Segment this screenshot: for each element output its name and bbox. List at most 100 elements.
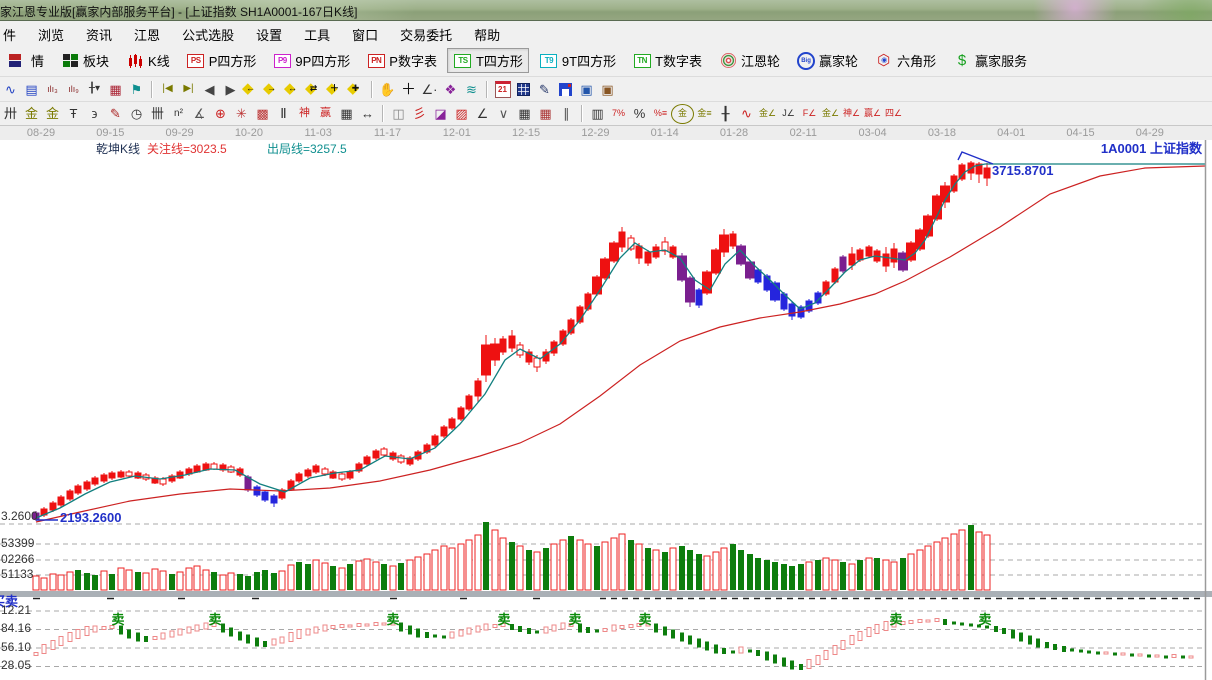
title-bar[interactable]: 家江恩专业版[赢家内部服务平台] - [上证指数 SH1A0001-167日K线…: [0, 0, 1212, 21]
window-frame-icon[interactable]: ◫: [388, 105, 409, 123]
span-arrows-icon[interactable]: ↔: [357, 105, 378, 123]
grid-black-icon[interactable]: ▦: [514, 105, 535, 123]
zoom-out-icon[interactable]: ＋: [325, 80, 346, 98]
spiral-icon[interactable]: ϶: [84, 105, 105, 123]
win-angle-icon[interactable]: 赢∠: [862, 105, 883, 123]
chart-area[interactable]: 卖 卖 卖 卖 卖 卖 卖 卖 乾坤K线 关注线=3023.5 出局线=3257.5 1A00…: [0, 140, 1212, 680]
grid-ruler-icon[interactable]: 卌: [147, 105, 168, 123]
zigzag-icon[interactable]: ∨: [493, 105, 514, 123]
exit-line-label: 出局线=3257.5: [267, 142, 347, 156]
hexagon-button[interactable]: 六角形: [868, 48, 942, 73]
draw-icon[interactable]: ∿: [0, 80, 21, 98]
gold-angle-icon[interactable]: 金∠: [820, 105, 841, 123]
calculator-icon[interactable]: [513, 80, 534, 98]
trend-pen-icon[interactable]: ∠: [472, 105, 493, 123]
9t-square-button[interactable]: T9 9T四方形: [533, 48, 622, 73]
menu-item-浏览[interactable]: 浏览: [27, 21, 75, 44]
menu-item-资讯[interactable]: 资讯: [75, 21, 123, 44]
gold-section-icon[interactable]: 金: [21, 105, 42, 123]
menu-item-工具[interactable]: 工具: [293, 21, 341, 44]
shaded-box-icon[interactable]: ▨: [451, 105, 472, 123]
sector-button[interactable]: 板块: [54, 48, 115, 73]
last-page-icon[interactable]: ▶|: [178, 80, 199, 98]
n-square-icon[interactable]: n²: [168, 105, 189, 123]
calendar-icon[interactable]: 21: [492, 80, 513, 98]
bars-9-icon[interactable]: ılı₉: [63, 80, 84, 98]
gann-wheel-button[interactable]: 江恩轮: [712, 48, 786, 73]
flag-histogram-icon[interactable]: ⚑: [126, 80, 147, 98]
gold-level-icon[interactable]: 金≡: [694, 105, 715, 123]
menu-item-帮助[interactable]: 帮助: [463, 21, 511, 44]
t-table-button[interactable]: TN T数字表: [626, 48, 708, 73]
info-list-icon[interactable]: ▤: [21, 80, 42, 98]
winner-service-button-label: 赢家服务: [975, 54, 1028, 69]
candle-style-icon[interactable]: ╂▾: [84, 80, 105, 98]
compress-h-icon[interactable]: ⇄: [304, 80, 325, 98]
pattern-icon[interactable]: ▦: [105, 80, 126, 98]
win-tool-icon[interactable]: 赢: [315, 105, 336, 123]
kline-button-icon: [125, 52, 145, 70]
menu-item-件[interactable]: 件: [0, 21, 27, 44]
bar-stats-icon[interactable]: ▥: [587, 105, 608, 123]
p-square-button[interactable]: PS P四方形: [180, 48, 263, 73]
angle-tool-icon[interactable]: ∠·: [419, 80, 440, 98]
gold-band-icon[interactable]: 金: [42, 105, 63, 123]
9p-square-button[interactable]: P9 9P四方形: [266, 48, 356, 73]
fibonacci-icon[interactable]: Ŧ: [63, 105, 84, 123]
menu-item-公式选股[interactable]: 公式选股: [171, 21, 245, 44]
sell-signal-marker: 卖: [497, 612, 510, 627]
shift-left-icon[interactable]: ←: [241, 80, 262, 98]
wave-count-icon[interactable]: Ⅱ: [273, 105, 294, 123]
first-page-icon[interactable]: |◀: [157, 80, 178, 98]
crosshair-tool-icon[interactable]: ＋: [398, 80, 419, 98]
price-pen-icon[interactable]: ╂: [715, 105, 736, 123]
t-square-button[interactable]: TS T四方形: [446, 48, 529, 73]
angle-measure-icon[interactable]: ∡: [189, 105, 210, 123]
parallel-lines-icon[interactable]: ∥: [556, 105, 577, 123]
shen-angle-icon[interactable]: 神∠: [841, 105, 862, 123]
shen-tool-icon[interactable]: 神: [294, 105, 315, 123]
cycle-clock-icon[interactable]: ◷: [126, 105, 147, 123]
dense-grid-icon[interactable]: ▦: [336, 105, 357, 123]
expand-h-icon[interactable]: ↔: [283, 80, 304, 98]
next-icon[interactable]: ▶: [220, 80, 241, 98]
kline-chart[interactable]: 卖卖卖卖卖卖卖卖: [0, 140, 1212, 680]
zoom-in-icon[interactable]: ✚: [346, 80, 367, 98]
winner-wheel-button[interactable]: Big 赢家轮: [790, 48, 864, 73]
j-angle-icon[interactable]: J∠: [778, 105, 799, 123]
winner-service-button[interactable]: $ 赢家服务: [946, 48, 1033, 73]
bars-3-icon[interactable]: ılı₃: [42, 80, 63, 98]
kline-button[interactable]: K线: [119, 48, 176, 73]
spider-web-icon[interactable]: ✳: [231, 105, 252, 123]
grid-red-icon[interactable]: ▦: [535, 105, 556, 123]
hand-tool-icon[interactable]: ✋: [377, 80, 398, 98]
si-angle-icon[interactable]: 四∠: [883, 105, 904, 123]
square-web-icon[interactable]: ▩: [252, 105, 273, 123]
wave-red-icon[interactable]: ∿: [736, 105, 757, 123]
shift-right-icon[interactable]: →: [262, 80, 283, 98]
menu-item-设置[interactable]: 设置: [245, 21, 293, 44]
send-data-icon[interactable]: ▣: [576, 80, 597, 98]
menu-item-窗口[interactable]: 窗口: [341, 21, 389, 44]
percent-fall-icon[interactable]: 7%: [608, 105, 629, 123]
target-circle-icon[interactable]: ⊕: [210, 105, 231, 123]
fan-lines-icon[interactable]: 彡: [409, 105, 430, 123]
gold-circle-icon[interactable]: 金: [671, 103, 694, 124]
ruler-icon[interactable]: 卅: [0, 105, 21, 123]
fan-box-icon[interactable]: ◪: [430, 105, 451, 123]
save-icon[interactable]: [555, 80, 576, 98]
menu-item-交易委托[interactable]: 交易委托: [389, 21, 463, 44]
pen-icon[interactable]: ✎: [105, 105, 126, 123]
menu-item-江恩[interactable]: 江恩: [123, 21, 171, 44]
gold-fan-icon[interactable]: 金∠: [757, 105, 778, 123]
quote-button[interactable]: 情: [2, 48, 50, 73]
percent-icon[interactable]: %: [629, 105, 650, 123]
percent-level-icon[interactable]: %≡: [650, 105, 671, 123]
p-table-button[interactable]: PN P数字表: [360, 48, 443, 73]
prev-icon[interactable]: ◀: [199, 80, 220, 98]
f-angle-icon[interactable]: F∠: [799, 105, 820, 123]
gann-shape-icon[interactable]: ❖: [440, 80, 461, 98]
memo-icon[interactable]: ✎: [534, 80, 555, 98]
remote-data-icon[interactable]: ▣: [597, 80, 618, 98]
wave-tool-icon[interactable]: ≋: [461, 80, 482, 98]
